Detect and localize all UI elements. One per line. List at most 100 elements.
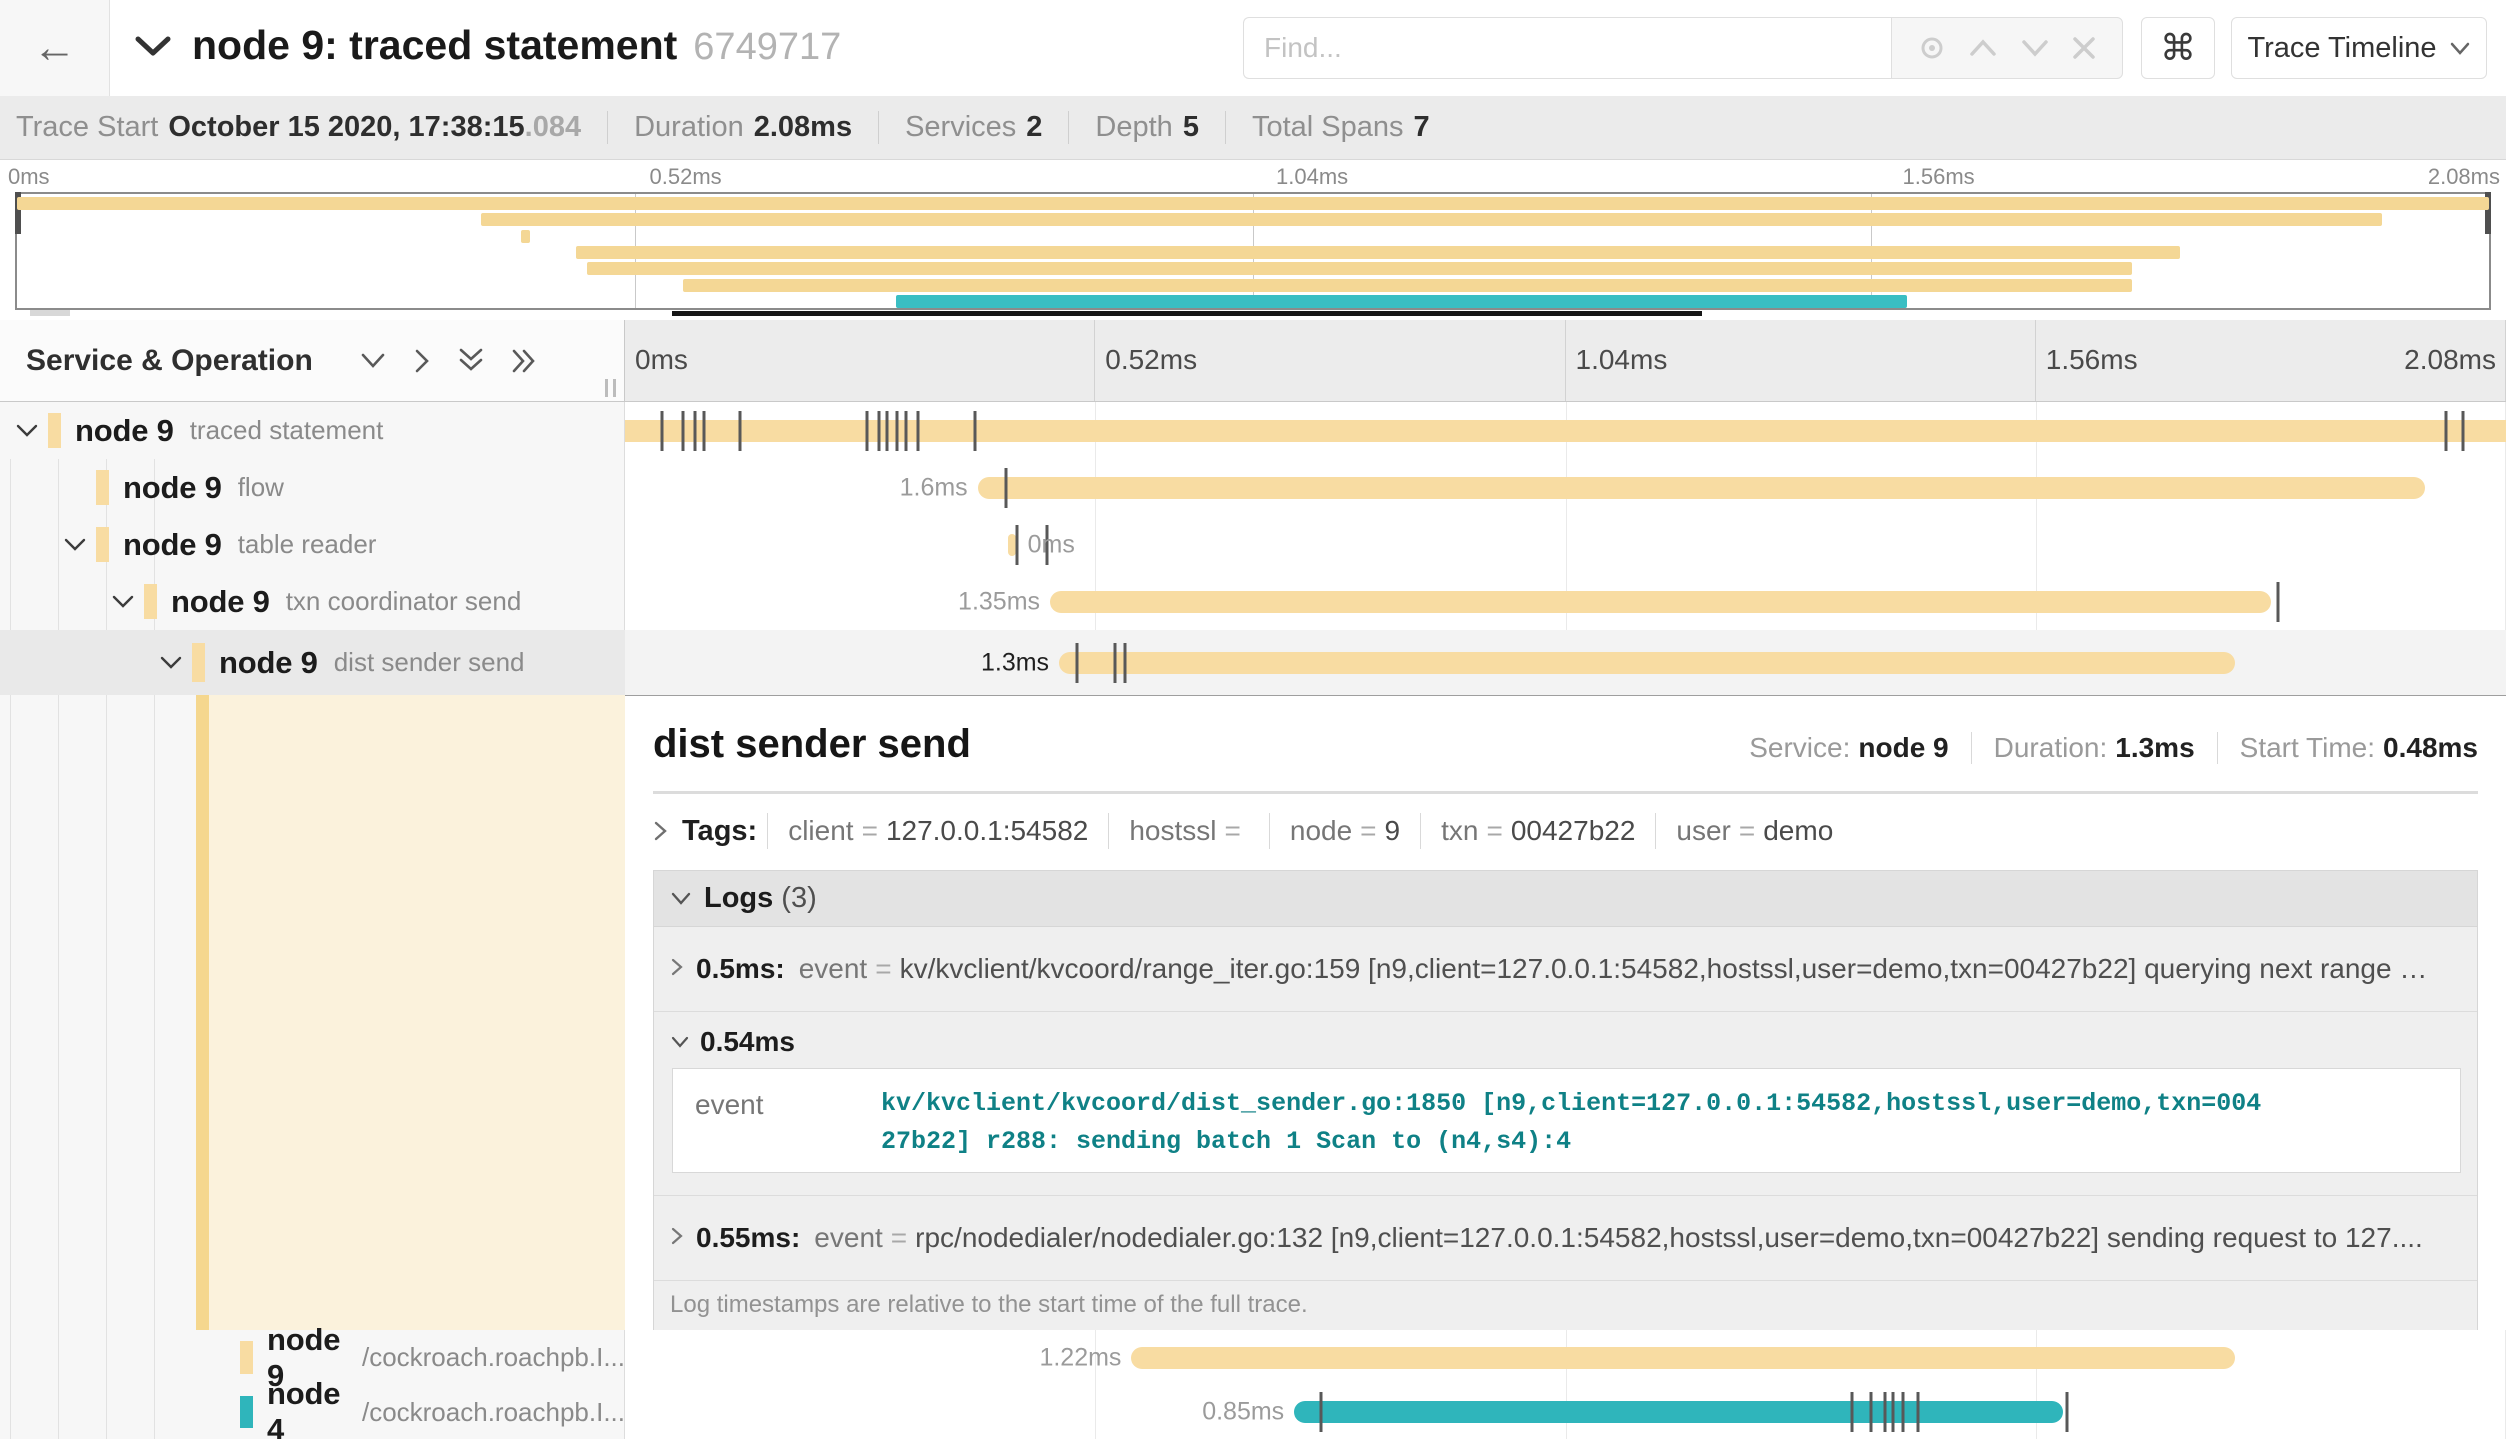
log-event-tick — [1076, 643, 1079, 683]
ruler-tick-label: 1.56ms — [2046, 344, 2138, 376]
span-row[interactable]: node 9table reader0ms — [0, 516, 2506, 573]
ruler-tick-label: 0ms — [635, 344, 688, 376]
log-entry-collapsed[interactable]: 0.55ms:event=rpc/nodedialer/nodedialer.g… — [654, 1196, 2477, 1281]
span-timeline-cell[interactable]: 0.85ms — [625, 1385, 2506, 1439]
span-expander-chevron-down-icon[interactable] — [14, 422, 40, 440]
span-detail-stat: Duration:1.3ms — [1971, 732, 2195, 764]
span-name-cell[interactable]: node 9table reader — [0, 516, 625, 573]
log-entry-collapsed[interactable]: 0.5ms:event=kv/kvclient/kvcoord/range_it… — [654, 927, 2477, 1012]
timeline-scrollbar[interactable] — [672, 311, 1702, 316]
log-event-tick — [2066, 1392, 2069, 1432]
clear-search-icon[interactable] — [2071, 35, 2097, 61]
span-expander-chevron-down-icon[interactable] — [62, 536, 88, 554]
span-name-cell[interactable]: node 9dist sender send — [0, 630, 625, 695]
prev-result-chevron-up-icon[interactable] — [1968, 37, 1998, 59]
span-row[interactable]: node 9/cockroach.roachpb.I...1.22ms — [0, 1330, 2506, 1385]
span-duration-bar[interactable] — [1050, 591, 2271, 613]
log-event-tick — [886, 411, 889, 451]
span-duration-bar[interactable] — [978, 477, 2425, 499]
log-entry-expanded: 0.54ms eventkv/kvclient/kvcoord/dist_send… — [654, 1012, 2477, 1196]
span-duration-bar[interactable] — [1294, 1401, 2063, 1423]
next-result-chevron-down-icon[interactable] — [2020, 37, 2050, 59]
detail-divider — [653, 791, 2478, 794]
log-event-tick — [1124, 643, 1127, 683]
span-expander-chevron-down-icon[interactable] — [158, 654, 184, 672]
span-color-strip — [192, 643, 205, 682]
span-name-cell[interactable]: node 9txn coordinator send — [0, 573, 625, 630]
expand-one-chevron-right-icon[interactable] — [413, 347, 431, 375]
tag-item: txn=00427b22 — [1420, 813, 1655, 849]
log-event-tick — [2462, 411, 2465, 451]
ruler-gridline — [2035, 320, 2036, 401]
service-operation-header: Service & Operation — [0, 320, 625, 402]
minimap-viewport[interactable] — [15, 192, 2491, 310]
span-name-cell[interactable]: node 4/cockroach.roachpb.I... — [0, 1385, 625, 1439]
log-event-tick — [681, 411, 684, 451]
log-event-tick — [896, 411, 899, 451]
logs-footnote: Log timestamps are relative to the start… — [654, 1281, 2477, 1330]
span-duration-label: 0.85ms — [1202, 1398, 1284, 1427]
log-event-tick — [2445, 411, 2448, 451]
log-event-tick — [878, 411, 881, 451]
log-fields-table: eventkv/kvclient/kvcoord/dist_sender.go:… — [672, 1068, 2461, 1173]
span-row[interactable]: node 9traced statement — [0, 402, 2506, 459]
span-duration-bar[interactable] — [1059, 652, 2235, 674]
trace-minimap: 0ms0.52ms1.04ms1.56ms2.08ms — [0, 160, 2506, 320]
find-input[interactable] — [1243, 17, 1891, 79]
span-duration-bar[interactable] — [1131, 1347, 2234, 1369]
trace-title-chevron-down-icon[interactable] — [134, 33, 172, 64]
span-timeline-cell[interactable]: 0ms — [625, 516, 2506, 573]
collapse-all-double-chevron-down-icon[interactable] — [457, 347, 485, 375]
logs-count: (3) — [781, 882, 816, 915]
span-timeline-cell[interactable]: 1.22ms — [625, 1330, 2506, 1385]
span-color-strip — [240, 1396, 253, 1428]
span-timeline-cell[interactable] — [625, 402, 2506, 459]
keyboard-shortcuts-button[interactable]: ⌘ — [2141, 17, 2215, 79]
span-operation-name: table reader — [238, 529, 377, 560]
log-event-tick — [905, 411, 908, 451]
collapse-one-chevron-down-icon[interactable] — [359, 351, 387, 371]
span-row[interactable]: node 4/cockroach.roachpb.I... 0.85ms — [0, 1385, 2506, 1439]
column-resize-grip[interactable] — [605, 379, 616, 397]
span-expander-chevron-down-icon[interactable] — [110, 593, 136, 611]
span-timeline-cell[interactable]: 1.6ms — [625, 459, 2506, 516]
span-row[interactable]: node 9dist sender send1.3ms — [0, 630, 2506, 695]
log-timestamp: 0.54ms — [700, 1026, 795, 1058]
minimap-span-bar — [576, 246, 2180, 259]
span-duration-bar[interactable] — [1008, 534, 1015, 556]
span-service-name: node 9 — [75, 413, 174, 449]
logs-header[interactable]: Logs (3) — [654, 871, 2477, 927]
span-service-name: node 9 — [123, 470, 222, 506]
service-operation-title: Service & Operation — [26, 344, 313, 378]
log-summary: event=kv/kvclient/kvcoord/range_iter.go:… — [799, 953, 2428, 985]
log-event-tick — [738, 411, 741, 451]
minimap-span-bar — [521, 230, 531, 243]
ruler-gridline — [1565, 320, 1566, 401]
span-row[interactable]: node 9txn coordinator send 1.35ms — [0, 573, 2506, 630]
minimap-span-bar — [17, 197, 2489, 210]
span-detail-stat: Service:node 9 — [1727, 732, 1948, 764]
span-duration-label: 1.22ms — [1039, 1343, 1121, 1372]
trace-meta-item: Depth5 — [1068, 111, 1225, 144]
locate-icon[interactable] — [1917, 33, 1947, 63]
log-summary: event=rpc/nodedialer/nodedialer.go:132 [… — [814, 1222, 2423, 1254]
minimap-axis-tick-label: 0ms — [8, 164, 50, 190]
span-name-cell[interactable]: node 9traced statement — [0, 402, 625, 459]
span-duration-label: 1.35ms — [958, 587, 1040, 616]
log-event-tick — [1016, 525, 1019, 565]
ruler-tick-label: 2.08ms — [2404, 344, 2496, 376]
span-name-cell[interactable]: node 9flow — [0, 459, 625, 516]
view-selector-button[interactable]: Trace Timeline — [2231, 17, 2487, 79]
expand-all-double-chevron-right-icon[interactable] — [511, 347, 539, 375]
span-color-strip — [240, 1341, 253, 1374]
back-button[interactable]: ← — [0, 0, 110, 96]
log-field-value: kv/kvclient/kvcoord/dist_sender.go:1850 … — [881, 1081, 2273, 1160]
minimap-span-bar — [481, 213, 2383, 226]
span-operation-name: dist sender send — [334, 647, 525, 678]
span-timeline-cell[interactable]: 1.35ms — [625, 573, 2506, 630]
span-row[interactable]: node 9flow1.6ms — [0, 459, 2506, 516]
tags-row[interactable]: Tags: client=127.0.0.1:54582hostssl=node… — [653, 808, 2478, 854]
find-controls — [1891, 17, 2123, 79]
log-entry-header[interactable]: 0.54ms — [670, 1026, 2461, 1058]
span-timeline-cell[interactable]: 1.3ms — [625, 630, 2506, 695]
